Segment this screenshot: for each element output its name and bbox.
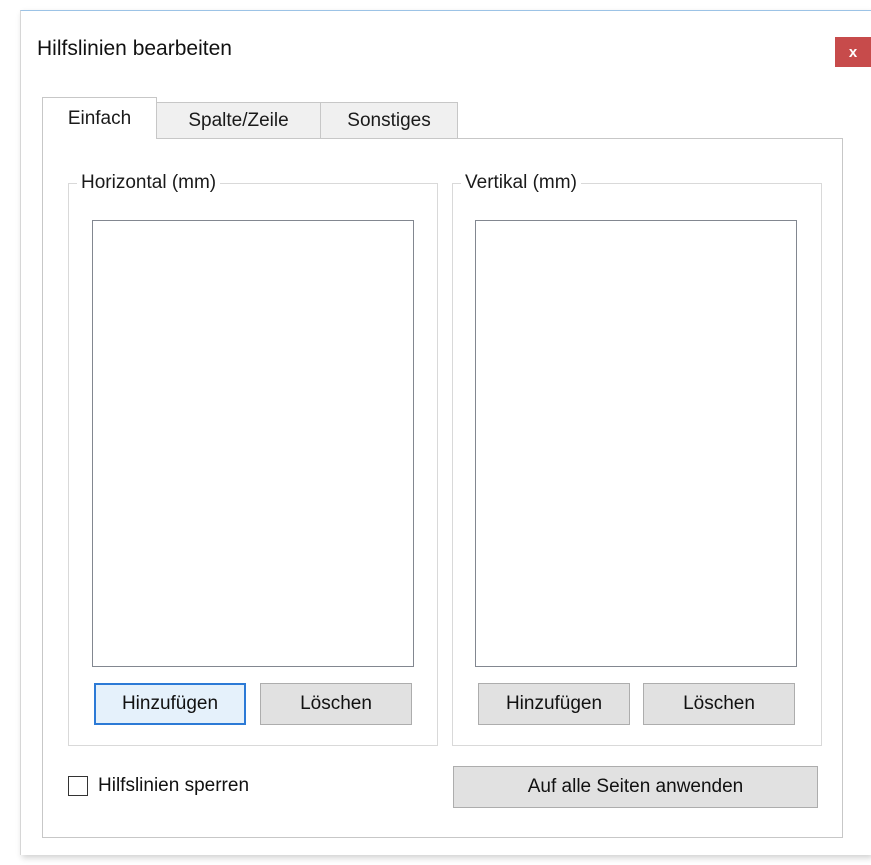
apply-all-pages-button[interactable]: Auf alle Seiten anwenden: [453, 766, 818, 808]
horizontal-add-button[interactable]: Hinzufügen: [94, 683, 246, 725]
horizontal-delete-button[interactable]: Löschen: [260, 683, 412, 725]
tab-label: Spalte/Zeile: [188, 109, 289, 131]
horizontal-listbox[interactable]: [92, 220, 414, 667]
vertical-delete-button[interactable]: Löschen: [643, 683, 795, 725]
close-button[interactable]: x: [835, 37, 871, 67]
tab-einfach[interactable]: Einfach: [42, 97, 157, 139]
lock-guides-checkbox[interactable]: [68, 776, 88, 796]
lock-guides-label: Hilfslinien sperren: [98, 775, 250, 796]
horizontal-group-title: Horizontal (mm): [77, 172, 221, 194]
tab-spalte-zeile[interactable]: Spalte/Zeile: [156, 102, 321, 138]
tab-sonstiges[interactable]: Sonstiges: [320, 102, 458, 138]
tab-label: Einfach: [67, 107, 132, 129]
dialog-title: Hilfslinien bearbeiten: [37, 37, 232, 60]
vertical-add-button[interactable]: Hinzufügen: [478, 683, 630, 725]
tab-label: Sonstiges: [347, 109, 431, 131]
vertical-listbox[interactable]: [475, 220, 797, 667]
close-icon: x: [848, 43, 858, 61]
vertical-group-title: Vertikal (mm): [461, 172, 581, 194]
